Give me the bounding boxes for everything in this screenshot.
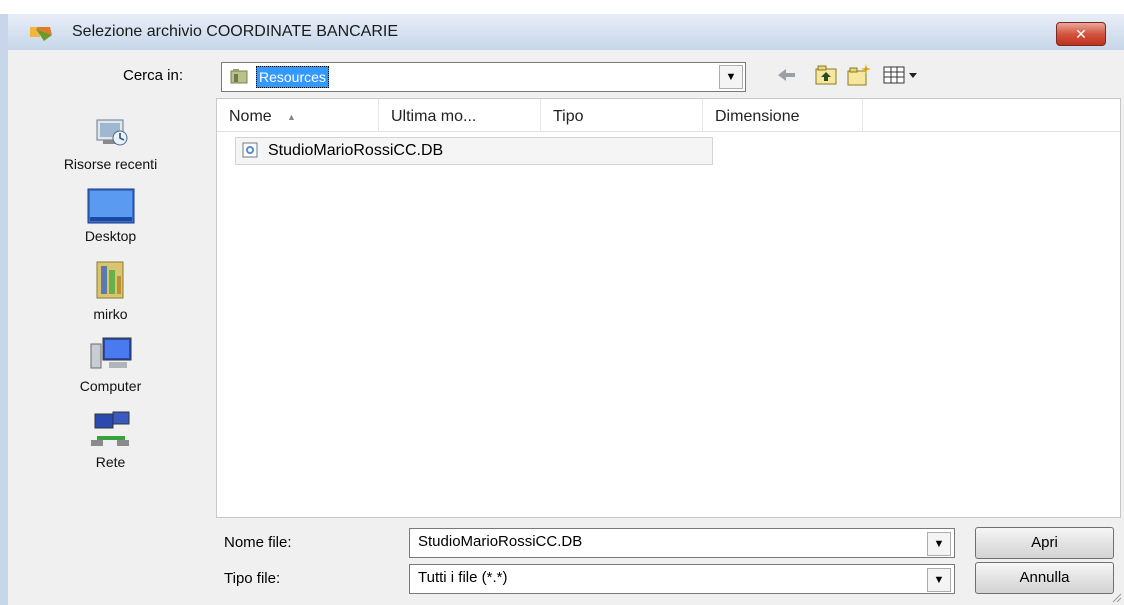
column-headers: ▲ Nome Ultima mo... Tipo Dimensione <box>217 99 1120 132</box>
back-arrow-icon[interactable] <box>775 62 797 88</box>
file-row[interactable]: StudioMarioRossiCC.DB <box>235 137 713 165</box>
open-file-dialog: Cerca in: Resources ▼ Risorse recenti De… <box>8 50 1124 605</box>
new-folder-icon[interactable] <box>846 62 872 88</box>
column-header-modified[interactable]: Ultima mo... <box>379 99 541 131</box>
places-bar: Risorse recenti Desktop mirko Computer R… <box>8 98 213 518</box>
filename-value: StudioMarioRossiCC.DB <box>418 533 583 550</box>
desktop-icon <box>87 188 134 224</box>
window-title: Selezione archivio COORDINATE BANCARIE <box>72 23 399 40</box>
look-in-value: Resources <box>256 66 329 88</box>
filetype-value: Tutti i file (*.*) <box>418 569 508 586</box>
database-file-icon <box>242 142 258 158</box>
place-label: Desktop <box>84 228 137 244</box>
filetype-select[interactable]: Tutti i file (*.*) ▼ <box>409 564 955 594</box>
folder-icon <box>230 69 248 84</box>
column-header-size[interactable]: Dimensione <box>703 99 863 131</box>
sort-ascending-icon: ▲ <box>287 112 296 122</box>
network-icon <box>90 411 129 446</box>
filetype-dropdown-button[interactable]: ▼ <box>927 568 951 592</box>
look-in-dropdown-button[interactable]: ▼ <box>719 65 743 89</box>
place-recent[interactable]: Risorse recenti <box>8 112 213 172</box>
filetype-label: Tipo file: <box>224 570 281 587</box>
place-label: mirko <box>93 306 128 322</box>
recent-places-icon <box>96 119 127 146</box>
app-icon <box>30 27 52 41</box>
filename-input[interactable]: StudioMarioRossiCC.DB ▼ <box>409 528 955 558</box>
place-user[interactable]: mirko <box>8 258 213 322</box>
place-label: Risorse recenti <box>63 156 158 172</box>
file-list-view[interactable]: ▲ Nome Ultima mo... Tipo Dimensione Stud… <box>216 98 1121 518</box>
views-menu-icon[interactable] <box>882 62 920 88</box>
filename-label: Nome file: <box>224 534 292 551</box>
column-header-type[interactable]: Tipo <box>541 99 703 131</box>
place-label: Rete <box>95 454 126 470</box>
look-in-combobox[interactable]: Resources ▼ <box>221 62 746 92</box>
filename-dropdown-button[interactable]: ▼ <box>927 532 951 556</box>
window-frame-left <box>0 14 8 605</box>
cancel-button[interactable]: Annulla <box>975 562 1114 594</box>
look-in-label: Cerca in: <box>123 67 184 84</box>
user-folder-icon <box>96 261 123 299</box>
close-button[interactable]: ✕ <box>1056 22 1106 46</box>
place-computer[interactable]: Computer <box>8 334 213 394</box>
file-name: StudioMarioRossiCC.DB <box>268 142 444 159</box>
resize-grip-icon[interactable] <box>1110 591 1122 603</box>
place-network[interactable]: Rete <box>8 410 213 470</box>
computer-icon <box>90 337 131 369</box>
place-desktop[interactable]: Desktop <box>8 188 213 244</box>
place-label: Computer <box>79 378 142 394</box>
column-header-name[interactable]: ▲ Nome <box>217 99 379 131</box>
open-button[interactable]: Apri <box>975 527 1114 559</box>
up-folder-icon[interactable] <box>814 62 838 88</box>
title-bar[interactable]: Selezione archivio COORDINATE BANCARIE ✕ <box>8 14 1124 51</box>
